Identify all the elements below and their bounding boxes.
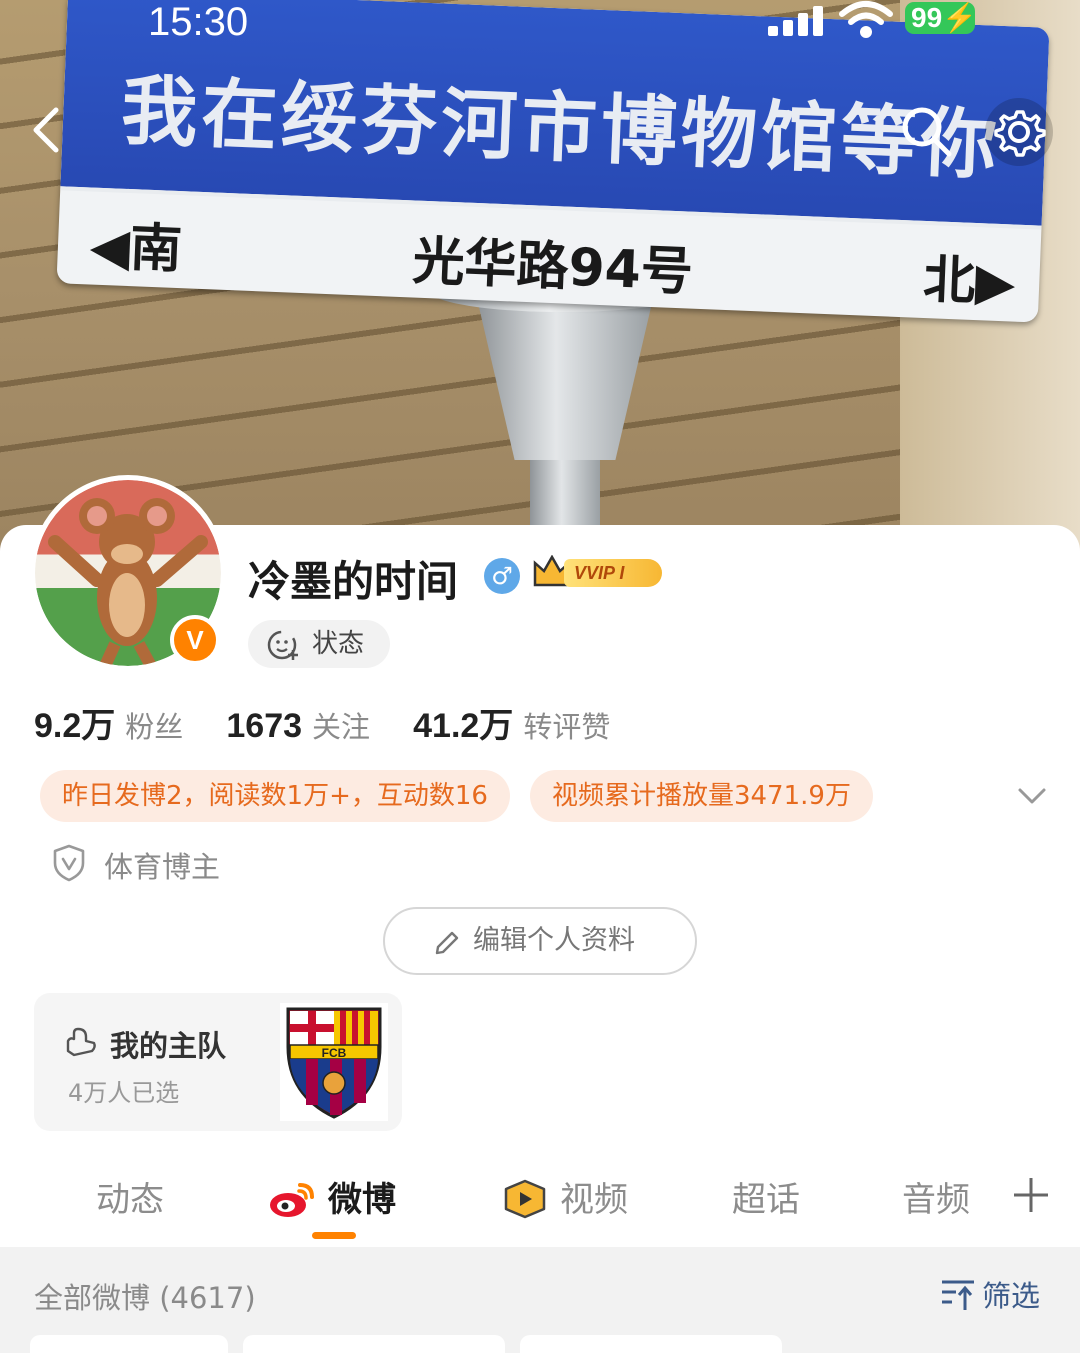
feed-filter-chip[interactable] xyxy=(243,1335,505,1353)
filter-label: 筛选 xyxy=(982,1279,1041,1313)
tab-dynamic[interactable]: 动态 xyxy=(96,1172,164,1221)
tab-video[interactable]: 视频 xyxy=(502,1172,628,1221)
street-sign-road: 光华路94号 xyxy=(411,231,694,303)
chevron-down-icon[interactable] xyxy=(1014,782,1050,810)
home-team-card[interactable]: 我的主队 4万人已选 FCB xyxy=(34,993,402,1131)
home-team-subtitle: 4万人已选 xyxy=(68,1079,180,1107)
edit-profile-button[interactable]: 编辑个人资料 xyxy=(383,907,697,975)
username: 冷墨的时间 xyxy=(248,557,459,606)
filter-sort-icon xyxy=(942,1280,974,1310)
feed-filter-chip[interactable] xyxy=(30,1335,228,1353)
chevron-left-icon[interactable] xyxy=(22,100,72,160)
vvip-badge[interactable]: VVIP I xyxy=(532,555,662,591)
tab-label: 动态 xyxy=(96,1180,164,1220)
pencil-icon xyxy=(435,931,459,955)
home-team-title: 我的主队 xyxy=(110,1029,227,1063)
search-icon[interactable] xyxy=(895,100,957,162)
wifi-icon xyxy=(839,1,893,38)
video-play-icon xyxy=(504,1179,546,1219)
battery-level: 99 xyxy=(911,2,943,33)
tab-label: 微博 xyxy=(328,1180,396,1220)
plus-icon[interactable] xyxy=(1012,1176,1050,1214)
street-sign-title: 我在绥芬河市博物馆等你 xyxy=(119,65,1003,190)
stat-value: 41.2万 xyxy=(413,707,514,745)
smiley-add-icon xyxy=(267,630,298,660)
cellular-signal-icon xyxy=(768,6,824,36)
stat-engagement[interactable]: 41.2万 转评赞 xyxy=(413,698,610,747)
tab-label: 视频 xyxy=(560,1180,628,1220)
vvip-label: VVIP I xyxy=(564,559,662,587)
battery-indicator: 99⚡ xyxy=(905,2,978,34)
fc-barcelona-crest-icon: FCB xyxy=(280,1003,388,1121)
feed-count: 全部微博 (4617) xyxy=(34,1281,256,1315)
blogger-tag-label: 体育博主 xyxy=(104,850,221,884)
cover-photo[interactable]: 我在绥芬河市博物馆等你 ◀南 光华路94号 北▶ xyxy=(0,0,1080,560)
status-button-label: 状态 xyxy=(312,629,365,659)
feed-filter-chip[interactable] xyxy=(520,1335,782,1353)
stats-row: 9.2万 粉丝 1673 关注 41.2万 转评赞 xyxy=(34,698,648,747)
stat-following[interactable]: 1673 关注 xyxy=(226,704,370,746)
verified-badge: V xyxy=(170,615,220,665)
settings-button[interactable] xyxy=(985,98,1053,166)
stat-value: 9.2万 xyxy=(34,707,116,745)
edit-profile-label: 编辑个人资料 xyxy=(473,925,635,956)
tab-weibo[interactable]: 微博 xyxy=(268,1172,396,1221)
tab-super-topic[interactable]: 超话 xyxy=(732,1172,800,1221)
feed-header: 全部微博 (4617) 筛选 xyxy=(0,1247,1080,1353)
street-sign-north: 北▶ xyxy=(922,249,1017,314)
tab-label: 超话 xyxy=(732,1180,800,1220)
active-tab-indicator xyxy=(312,1232,356,1239)
highlight-pill[interactable]: 昨日发博2，阅读数1万+，互动数16 xyxy=(40,770,510,822)
male-gender-icon: ♂ xyxy=(484,558,520,594)
status-time: 15:30 xyxy=(148,0,249,44)
tab-audio[interactable]: 音频 xyxy=(902,1172,970,1221)
stat-value: 1673 xyxy=(226,707,303,745)
shield-icon xyxy=(53,844,85,882)
trophy-hand-icon xyxy=(66,1027,96,1057)
weibo-logo-icon xyxy=(270,1183,314,1217)
stat-label: 关注 xyxy=(312,710,371,744)
crest-text: FCB xyxy=(322,1046,347,1060)
charging-bolt-icon: ⚡ xyxy=(942,2,978,33)
stat-followers[interactable]: 9.2万 粉丝 xyxy=(34,698,183,747)
gear-icon xyxy=(994,110,1046,157)
tab-label: 音频 xyxy=(902,1180,970,1220)
stat-label: 粉丝 xyxy=(125,710,184,744)
street-sign-south: ◀南 xyxy=(88,216,184,281)
status-button[interactable]: 状态 xyxy=(248,620,390,668)
profile-tabs: 动态 微博 视频 超话 音频 xyxy=(0,1158,1080,1248)
stat-label: 转评赞 xyxy=(523,710,611,744)
highlights-row: 昨日发博2，阅读数1万+，互动数16 视频累计播放量3471.9万 xyxy=(40,770,893,824)
highlight-pill[interactable]: 视频累计播放量3471.9万 xyxy=(529,770,873,822)
